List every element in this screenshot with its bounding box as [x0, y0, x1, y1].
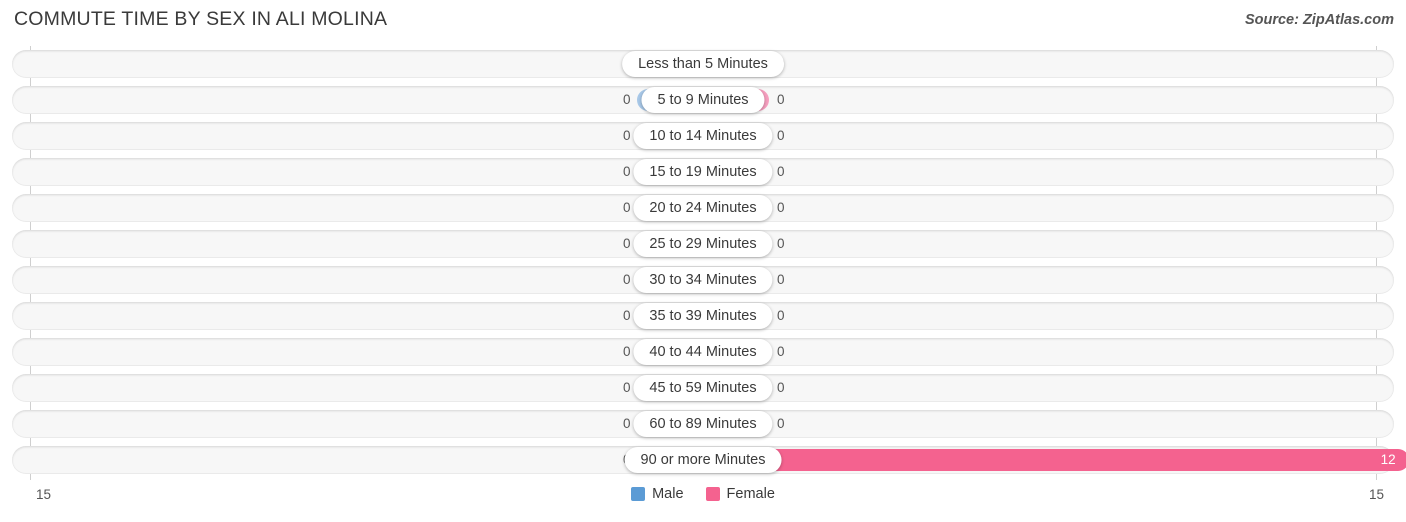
legend-swatch-male-icon: [631, 487, 646, 501]
bar-value-male: 0: [623, 272, 631, 287]
bar-value-male: 0: [623, 164, 631, 179]
category-label-pill: 90 or more Minutes: [624, 447, 782, 473]
bar-value-female: 0: [777, 128, 785, 143]
table-row[interactable]: 00Less than 5 Minutes: [12, 50, 1394, 78]
page-title: COMMUTE TIME BY SEX IN ALI MOLINA: [14, 8, 388, 30]
category-label-pill: 35 to 39 Minutes: [633, 303, 773, 329]
category-label-pill: 15 to 19 Minutes: [633, 159, 773, 185]
legend-swatch-female-icon: [705, 487, 720, 501]
bar-value-male: 0: [623, 128, 631, 143]
bar-value-female: 0: [777, 308, 785, 323]
bar-value-female: 0: [777, 164, 785, 179]
bar-value-female: 0: [777, 416, 785, 431]
bar-value-male: 0: [623, 200, 631, 215]
chart-header: COMMUTE TIME BY SEX IN ALI MOLINA Source…: [0, 0, 1406, 42]
legend-label-male: Male: [652, 486, 684, 502]
bar-female[interactable]: [703, 449, 1406, 471]
bar-value-female: 0: [777, 272, 785, 287]
table-row[interactable]: 0 0 40 to 44 Minutes: [12, 338, 1394, 366]
legend-label-female: Female: [726, 486, 775, 502]
legend-item-male[interactable]: Male: [631, 486, 684, 502]
bar-value-male: 0: [623, 344, 631, 359]
bar-value-male: 0: [623, 416, 631, 431]
bar-value-female: 12: [1380, 452, 1396, 467]
category-label-pill: 5 to 9 Minutes: [641, 87, 765, 113]
category-label-pill: Less than 5 Minutes: [622, 51, 784, 77]
table-row[interactable]: 0 0 20 to 24 Minutes: [12, 194, 1394, 222]
bar-value-male: 0: [623, 236, 631, 251]
bar-value-female: 0: [777, 344, 785, 359]
table-row[interactable]: 0 0 5 to 9 Minutes: [12, 86, 1394, 114]
legend-item-female[interactable]: Female: [705, 486, 775, 502]
table-row[interactable]: 0 0 45 to 59 Minutes: [12, 374, 1394, 402]
bar-value-female: 0: [777, 200, 785, 215]
category-label-pill: 20 to 24 Minutes: [633, 195, 773, 221]
category-label-pill: 60 to 89 Minutes: [633, 411, 773, 437]
category-label-pill: 40 to 44 Minutes: [633, 339, 773, 365]
table-row[interactable]: 0 0 35 to 39 Minutes: [12, 302, 1394, 330]
table-row[interactable]: 0 0 60 to 89 Minutes: [12, 410, 1394, 438]
table-row[interactable]: 0 0 30 to 34 Minutes: [12, 266, 1394, 294]
bar-value-male: 0: [623, 308, 631, 323]
bar-value-male: 0: [623, 92, 631, 107]
category-label-pill: 45 to 59 Minutes: [633, 375, 773, 401]
category-label-pill: 30 to 34 Minutes: [633, 267, 773, 293]
chart-footer: 15 15 Male Female: [0, 484, 1406, 514]
bar-value-female: 0: [777, 380, 785, 395]
chart-plot-area: 00Less than 5 Minutes005 to 9 Minutes001…: [0, 46, 1406, 480]
table-row[interactable]: 0 0 25 to 29 Minutes: [12, 230, 1394, 258]
category-label-pill: 25 to 29 Minutes: [633, 231, 773, 257]
bar-value-female: 0: [777, 92, 785, 107]
bar-value-female: 0: [777, 236, 785, 251]
category-label-pill: 10 to 14 Minutes: [633, 123, 773, 149]
chart-legend: Male Female: [0, 486, 1406, 502]
table-row[interactable]: 0 0 15 to 19 Minutes: [12, 158, 1394, 186]
bar-value-male: 0: [623, 380, 631, 395]
table-row[interactable]: 0 0 10 to 14 Minutes: [12, 122, 1394, 150]
table-row[interactable]: 01290 or more Minutes: [12, 446, 1406, 474]
source-attribution: Source: ZipAtlas.com: [1244, 12, 1394, 28]
